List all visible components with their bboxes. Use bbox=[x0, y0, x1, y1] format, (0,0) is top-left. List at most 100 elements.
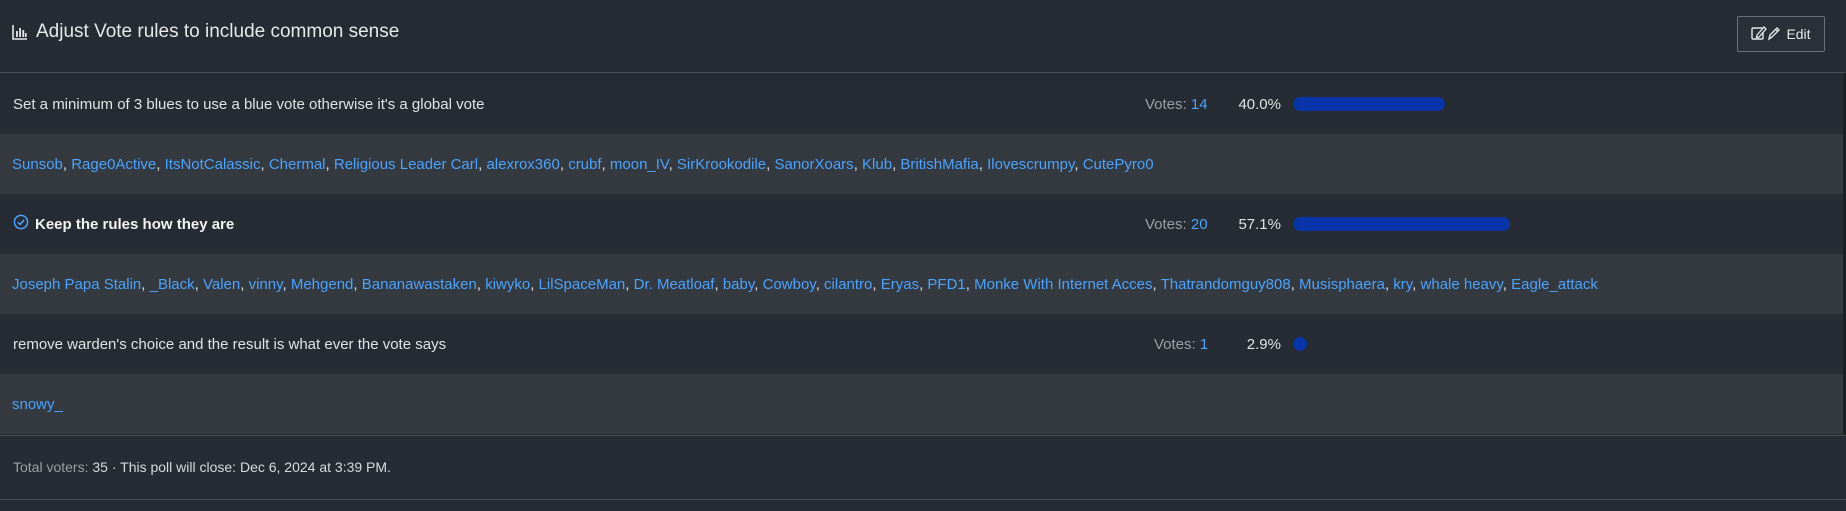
voter-link[interactable]: Chermal bbox=[269, 156, 326, 173]
voter-separator: , bbox=[625, 275, 634, 293]
voter-separator: , bbox=[978, 155, 988, 173]
voter-separator: , bbox=[1074, 155, 1083, 173]
edit-label: Edit bbox=[1786, 26, 1811, 42]
vote-percent: 40.0% bbox=[1238, 95, 1281, 113]
poll-close-text: · This poll will close: Dec 6, 2024 at 3… bbox=[111, 459, 391, 475]
voter-link[interactable]: _Black bbox=[150, 276, 195, 293]
voter-separator: , bbox=[353, 275, 362, 293]
voter-link[interactable]: CutePyro0 bbox=[1083, 156, 1154, 173]
poll-option-row: Keep the rules how they are Votes: 20 57… bbox=[0, 194, 1846, 254]
vote-count: Votes: 1 bbox=[1154, 336, 1208, 353]
voter-separator: , bbox=[815, 275, 825, 293]
voters-row: Joseph Papa Stalin, _Black, Valen, vinny… bbox=[0, 254, 1846, 314]
vote-count: Votes: 14 bbox=[1145, 96, 1208, 113]
voters-row: Sunsob, Rage0Active, ItsNotCalassic, Che… bbox=[0, 134, 1846, 194]
voter-list: Joseph Papa Stalin, _Black, Valen, vinny… bbox=[12, 276, 1598, 293]
voter-separator: , bbox=[754, 275, 763, 293]
option-text: Keep the rules how they are bbox=[13, 214, 234, 234]
voter-link[interactable]: crubf bbox=[568, 156, 601, 173]
voter-link[interactable]: Bananawastaken bbox=[362, 276, 477, 293]
voter-link[interactable]: Religious Leader Carl bbox=[334, 156, 478, 173]
voter-link[interactable]: kry bbox=[1393, 276, 1412, 293]
vote-bar bbox=[1293, 337, 1693, 351]
voter-separator: , bbox=[668, 155, 677, 173]
voter-link[interactable]: alexrox360 bbox=[486, 156, 559, 173]
vote-bar-fill bbox=[1293, 337, 1307, 351]
voter-separator: , bbox=[559, 155, 569, 173]
voter-separator: , bbox=[476, 275, 486, 293]
voter-link[interactable]: SirKrookodile bbox=[677, 156, 766, 173]
voters-row: snowy_ bbox=[0, 374, 1846, 434]
voter-separator: , bbox=[1412, 275, 1421, 293]
vote-bar bbox=[1293, 97, 1693, 111]
vote-count-link[interactable]: 20 bbox=[1191, 216, 1208, 233]
poll-header: Adjust Vote rules to include common sens… bbox=[0, 0, 1846, 73]
voter-link[interactable]: Dr. Meatloaf bbox=[634, 276, 715, 293]
total-voters-value: 35 bbox=[92, 459, 108, 475]
voter-link[interactable]: ItsNotCalassic bbox=[165, 156, 261, 173]
voter-link[interactable]: Cowboy bbox=[763, 276, 816, 293]
poll-option-row: Set a minimum of 3 blues to use a blue v… bbox=[0, 74, 1846, 134]
vote-percent: 2.9% bbox=[1246, 335, 1281, 353]
voter-link[interactable]: vinny bbox=[249, 276, 283, 293]
voter-link[interactable]: SanorXoars bbox=[774, 156, 853, 173]
voter-link[interactable]: LilSpaceMan bbox=[539, 276, 626, 293]
voter-link[interactable]: Valen bbox=[203, 276, 240, 293]
edit-button[interactable]: Edit bbox=[1737, 16, 1825, 52]
voter-link[interactable]: Thatrandomguy808 bbox=[1161, 276, 1291, 293]
voter-link[interactable]: Eagle_attack bbox=[1511, 276, 1598, 293]
voter-link[interactable]: Monke With Internet Acces bbox=[974, 276, 1152, 293]
voter-separator: , bbox=[282, 275, 291, 293]
votes-label: Votes: bbox=[1145, 95, 1187, 113]
voter-separator: , bbox=[141, 275, 150, 293]
voter-separator: , bbox=[62, 155, 72, 173]
check-circle-icon bbox=[13, 214, 29, 234]
poll-footer: Total voters: 35 · This poll will close:… bbox=[0, 435, 1846, 500]
option-label: remove warden's choice and the result is… bbox=[13, 335, 447, 353]
vote-percent: 57.1% bbox=[1238, 215, 1281, 233]
voter-separator: , bbox=[260, 155, 269, 173]
voter-link[interactable]: PFD1 bbox=[927, 276, 965, 293]
poll-footer-text: Total voters: 35 · This poll will close:… bbox=[13, 459, 391, 475]
option-text: remove warden's choice and the result is… bbox=[13, 336, 446, 353]
option-label: Keep the rules how they are bbox=[35, 215, 235, 233]
poll-option-row: remove warden's choice and the result is… bbox=[0, 314, 1846, 374]
voter-link[interactable]: Joseph Papa Stalin bbox=[12, 276, 141, 293]
voter-link[interactable]: Ilovescrumpy bbox=[987, 156, 1074, 173]
voter-link[interactable]: BritishMafia bbox=[900, 156, 978, 173]
total-voters-label: Total voters: bbox=[13, 459, 89, 475]
vote-count-link[interactable]: 1 bbox=[1200, 336, 1208, 353]
voter-link[interactable]: baby bbox=[723, 276, 754, 293]
voter-link[interactable]: whale heavy bbox=[1421, 276, 1503, 293]
vote-count-link[interactable]: 14 bbox=[1191, 96, 1208, 113]
voter-separator: , bbox=[714, 275, 723, 293]
voter-link[interactable]: Musisphaera bbox=[1299, 276, 1385, 293]
vote-bar-fill bbox=[1293, 97, 1445, 111]
voter-list: Sunsob, Rage0Active, ItsNotCalassic, Che… bbox=[12, 156, 1154, 173]
votes-label: Votes: bbox=[1154, 335, 1196, 353]
voter-separator: , bbox=[325, 155, 334, 173]
voter-link[interactable]: Mehgend bbox=[291, 276, 354, 293]
voter-separator: , bbox=[1290, 275, 1300, 293]
voter-separator: , bbox=[965, 275, 975, 293]
voter-link[interactable]: cilantro bbox=[824, 276, 872, 293]
poll-title: Adjust Vote rules to include common sens… bbox=[12, 18, 399, 46]
voter-link[interactable]: Eryas bbox=[881, 276, 919, 293]
voter-link[interactable]: Sunsob bbox=[12, 156, 63, 173]
bar-chart-icon bbox=[12, 24, 28, 40]
poll-widget: Adjust Vote rules to include common sens… bbox=[0, 0, 1846, 511]
voter-link[interactable]: Rage0Active bbox=[71, 156, 156, 173]
voter-link[interactable]: snowy_ bbox=[12, 396, 63, 413]
voter-separator: , bbox=[1502, 275, 1512, 293]
voter-link[interactable]: Klub bbox=[862, 156, 892, 173]
poll-title-text: Adjust Vote rules to include common sens… bbox=[36, 21, 400, 42]
voter-separator: , bbox=[240, 275, 249, 293]
vote-bar-fill bbox=[1293, 217, 1510, 231]
votes-label: Votes: bbox=[1145, 215, 1187, 233]
voter-separator: , bbox=[194, 275, 203, 293]
voter-link[interactable]: moon_IV bbox=[610, 156, 669, 173]
voter-link[interactable]: kiwyko bbox=[485, 276, 530, 293]
vote-count: Votes: 20 bbox=[1145, 216, 1208, 233]
option-label: Set a minimum of 3 blues to use a blue v… bbox=[13, 95, 485, 113]
voter-separator: , bbox=[530, 275, 539, 293]
